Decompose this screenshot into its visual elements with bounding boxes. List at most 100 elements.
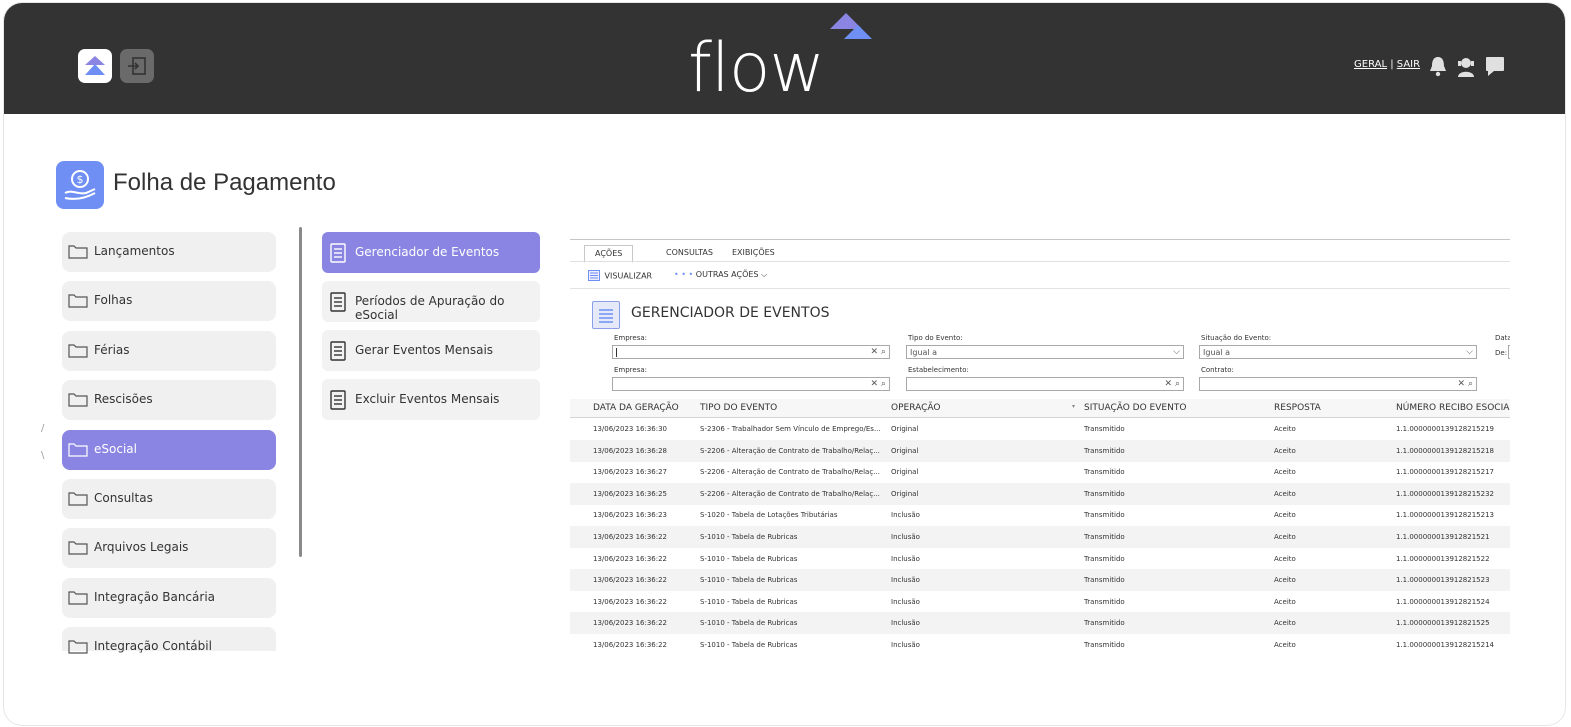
table-row[interactable]: 13/06/2023 16:36:30 S-2306 - Trabalhador … — [570, 418, 1510, 440]
exit-icon[interactable] — [120, 49, 154, 83]
situacao-select[interactable]: Igual a ⌵ — [1199, 345, 1477, 359]
cell-situacao: Transmitido — [1084, 597, 1125, 606]
menu-item-label: eSocial — [94, 441, 137, 456]
chat-icon[interactable] — [1484, 55, 1506, 77]
toolbar-divider — [570, 288, 1510, 289]
menu-item[interactable]: Rescisões — [62, 380, 276, 421]
estabelecimento-input[interactable]: ✕ ⌕ — [906, 377, 1184, 391]
tab-exibicoes[interactable]: EXIBIÇÕES — [722, 245, 785, 261]
cell-recibo: 1.1.000000013912821521 — [1396, 533, 1490, 541]
col-operacao[interactable]: OPERAÇÃO — [891, 403, 940, 413]
menu-item[interactable]: eSocial — [62, 429, 276, 470]
brand-arrows-icon — [830, 13, 872, 39]
situacao-label: Situação do Evento: — [1201, 334, 1272, 342]
flow-logo-icon[interactable] — [78, 49, 112, 83]
cell-data: 13/06/2023 16:36:30 — [593, 425, 668, 433]
menu-item[interactable]: Férias — [62, 330, 276, 371]
cell-situacao: Transmitido — [1084, 641, 1125, 649]
table-row[interactable]: 13/06/2023 16:36:28 S-2206 - Alteração de… — [570, 439, 1510, 462]
cell-tipo: S-2206 - Alteração de Contrato de Trabal… — [700, 468, 880, 477]
menu-item[interactable]: Arquivos Legais — [62, 528, 276, 569]
tipo-evento-select[interactable]: Igual a ⌵ — [906, 345, 1184, 359]
menu-item-label: Rescisões — [94, 392, 153, 407]
clear-search-icons[interactable]: ✕ ⌕ — [871, 347, 886, 357]
cell-operacao: Inclusão — [891, 576, 920, 585]
submenu-item[interactable]: Gerenciador de Eventos — [322, 232, 540, 273]
table-row[interactable]: 13/06/2023 16:36:25 S-2206 - Alteração de… — [570, 482, 1510, 505]
folder-icon — [68, 491, 88, 510]
table-row[interactable]: 13/06/2023 16:36:22 S-1010 - Tabela de Ru… — [570, 569, 1510, 592]
header-links: GERAL | SAIR — [1354, 59, 1420, 70]
menu-scrollbar[interactable] — [299, 227, 302, 557]
cell-situacao: Transmitido — [1084, 576, 1125, 585]
table-row[interactable]: 13/06/2023 16:36:23 S-1020 - Tabela de Lo… — [570, 504, 1510, 526]
bell-icon[interactable] — [1428, 55, 1448, 77]
sort-icon[interactable]: ▾ — [1072, 403, 1075, 410]
cell-situacao: Transmitido — [1084, 619, 1125, 628]
table-row[interactable]: 13/06/2023 16:36:22 S-1010 - Tabela de Ru… — [570, 591, 1510, 613]
cell-operacao: Original — [891, 489, 919, 498]
cell-operacao: Inclusão — [891, 619, 920, 628]
submenu-item[interactable]: Gerar Eventos Mensais — [322, 330, 540, 371]
brand-text: flow — [688, 29, 825, 108]
empresa-input[interactable]: ✕ ⌕ — [612, 345, 890, 359]
submenu-item-label: Excluir Eventos Mensais — [355, 392, 500, 406]
table-row[interactable]: 13/06/2023 16:36:22 S-1010 - Tabela de Ru… — [570, 526, 1510, 548]
menu-item-label: Folhas — [94, 293, 133, 308]
cell-operacao: Inclusão — [891, 597, 920, 606]
more-actions-button[interactable]: • • • OUTRAS AÇÕES ⌵ — [674, 270, 767, 280]
edge-mark: / — [41, 423, 45, 434]
menu-item[interactable]: Integração Contábil — [62, 627, 276, 654]
empresa2-label: Empresa: — [614, 366, 648, 374]
cell-data: 13/06/2023 16:36:25 — [593, 489, 668, 498]
data-de-input[interactable] — [1508, 345, 1510, 359]
cell-tipo: S-1010 - Tabela de Rubricas — [700, 533, 798, 541]
view-icon — [588, 270, 600, 281]
cell-resposta: Aceito — [1274, 619, 1296, 628]
clear-search-icons[interactable]: ✕ ⌕ — [1165, 379, 1180, 389]
tab-consultas[interactable]: CONSULTAS — [656, 245, 723, 261]
table-row[interactable]: 13/06/2023 16:36:27 S-2206 - Alteração de… — [570, 461, 1510, 483]
table-row[interactable]: 13/06/2023 16:36:22 S-1010 - Tabela de Ru… — [570, 612, 1510, 635]
cell-recibo: 1.1.0000000139128215217 — [1396, 468, 1494, 477]
col-tipo-evento[interactable]: TIPO DO EVENTO — [700, 403, 777, 413]
clear-search-icons[interactable]: ✕ ⌕ — [871, 379, 886, 389]
cell-operacao: Inclusão — [891, 554, 920, 563]
view-button[interactable]: VISUALIZAR — [588, 270, 652, 282]
support-icon[interactable] — [1455, 55, 1477, 77]
cell-situacao: Transmitido — [1084, 511, 1125, 520]
col-data-geracao[interactable]: DATA DA GERAÇÃO — [593, 403, 679, 413]
tabs-top-border — [570, 239, 1510, 240]
table-row[interactable]: 13/06/2023 16:36:22 S-1010 - Tabela de Ru… — [570, 548, 1510, 570]
menu-item[interactable]: Integração Bancária — [62, 577, 276, 618]
folder-icon — [68, 590, 88, 609]
submenu-item[interactable]: Excluir Eventos Mensais — [322, 379, 540, 420]
folder-icon — [68, 293, 88, 312]
menu-item[interactable]: Consultas — [62, 479, 276, 519]
cell-situacao: Transmitido — [1084, 533, 1125, 541]
menu-item[interactable]: Folhas — [62, 281, 276, 322]
submenu-item-label: Gerenciador de Eventos — [355, 245, 500, 259]
contrato-input[interactable]: ✕ ⌕ — [1199, 377, 1477, 391]
menu-item-label: Lançamentos — [94, 244, 175, 258]
submenu-item[interactable]: Períodos de Apuração do eSocial — [322, 281, 540, 322]
grid-list-icon — [592, 301, 620, 329]
chevron-down-icon[interactable]: ⌵ — [1466, 347, 1473, 357]
col-situacao[interactable]: SITUAÇÃO DO EVENTO — [1084, 403, 1186, 413]
empresa2-input[interactable]: ✕ ⌕ — [612, 377, 890, 391]
chevron-down-icon[interactable]: ⌵ — [1173, 347, 1180, 357]
cell-resposta: Aceito — [1274, 554, 1296, 563]
link-geral[interactable]: GERAL — [1354, 59, 1387, 70]
clear-search-icons[interactable]: ✕ ⌕ — [1458, 379, 1473, 389]
col-resposta[interactable]: RESPOSTA — [1274, 403, 1321, 413]
folder-icon — [68, 343, 88, 362]
folder-icon — [68, 244, 88, 263]
cell-situacao: Transmitido — [1084, 446, 1125, 455]
col-numero-recibo[interactable]: NÚMERO RECIBO ESOCIA — [1396, 403, 1509, 413]
cell-recibo: 1.1.0000000139128215214 — [1396, 641, 1494, 649]
link-sair[interactable]: SAIR — [1397, 59, 1420, 70]
empresa-label: Empresa: — [614, 334, 648, 342]
svg-text:$: $ — [77, 173, 84, 186]
menu-item[interactable]: Lançamentos — [62, 232, 276, 272]
table-row[interactable]: 13/06/2023 16:36:22 S-1010 - Tabela de Ru… — [570, 634, 1510, 656]
